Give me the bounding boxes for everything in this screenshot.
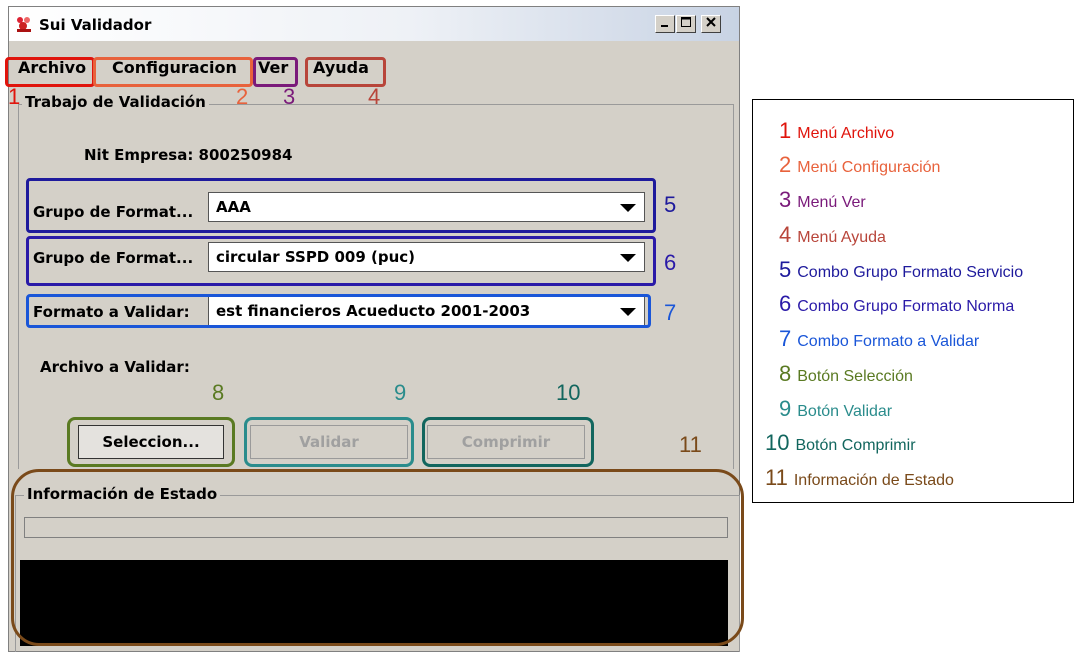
- callout-number-3: 3: [283, 84, 296, 109]
- app-icon: [14, 15, 34, 33]
- legend-item: 6 Combo Grupo Formato Norma: [779, 291, 1015, 316]
- close-icon: [705, 17, 717, 31]
- minimize-button[interactable]: [655, 15, 675, 33]
- callout-box-ayuda: [305, 57, 386, 87]
- callout-box-combo-formato: [26, 294, 651, 328]
- callout-number-6: 6: [664, 250, 677, 275]
- callout-number-10: 10: [556, 380, 581, 405]
- maximize-icon: [680, 17, 692, 31]
- callout-legend: 1 Menú Archivo 2 Menú Configuración 3 Menú …: [752, 99, 1074, 503]
- callout-number-5: 5: [664, 192, 677, 217]
- legend-item: 11 Información de Estado: [765, 465, 954, 490]
- callout-box-estado: [11, 469, 744, 646]
- callout-number-7: 7: [664, 300, 677, 325]
- callout-box-seleccion: [67, 417, 235, 467]
- minimize-icon: [659, 17, 671, 31]
- callout-number-1: 1: [8, 84, 21, 109]
- window-title: Sui Validador: [39, 16, 152, 34]
- callout-number-8: 8: [212, 380, 225, 405]
- callout-box-ver: [253, 57, 298, 87]
- callout-box-archivo: [5, 57, 95, 87]
- legend-item: 1 Menú Archivo: [779, 118, 895, 143]
- callout-box-validar: [244, 417, 414, 467]
- legend-item: 10 Botón Comprimir: [765, 430, 916, 455]
- close-button[interactable]: [701, 15, 721, 33]
- callout-box-combo-norma: [26, 236, 656, 286]
- legend-item: 7 Combo Formato a Validar: [779, 326, 980, 351]
- callout-number-11: 11: [679, 432, 702, 457]
- callout-box-combo-servicio: [26, 178, 656, 233]
- nit-empresa-label: Nit Empresa: 800250984: [84, 146, 293, 164]
- legend-item: 9 Botón Validar: [779, 396, 893, 421]
- callout-number-2: 2: [236, 84, 249, 109]
- maximize-button[interactable]: [676, 15, 696, 33]
- archivo-validar-label: Archivo a Validar:: [40, 358, 190, 376]
- callout-number-9: 9: [394, 380, 407, 405]
- callout-box-configuracion: [93, 57, 253, 87]
- legend-item: 3 Menú Ver: [779, 187, 866, 212]
- legend-item: 4 Menú Ayuda: [779, 222, 886, 247]
- legend-item: 2 Menú Configuración: [779, 152, 941, 177]
- trabajo-legend: Trabajo de Validación: [22, 93, 209, 111]
- title-bar[interactable]: Sui Validador: [9, 7, 739, 41]
- legend-item: 5 Combo Grupo Formato Servicio: [779, 257, 1024, 282]
- callout-number-4: 4: [368, 84, 381, 109]
- callout-box-comprimir: [422, 417, 594, 467]
- legend-item: 8 Botón Selección: [779, 361, 913, 386]
